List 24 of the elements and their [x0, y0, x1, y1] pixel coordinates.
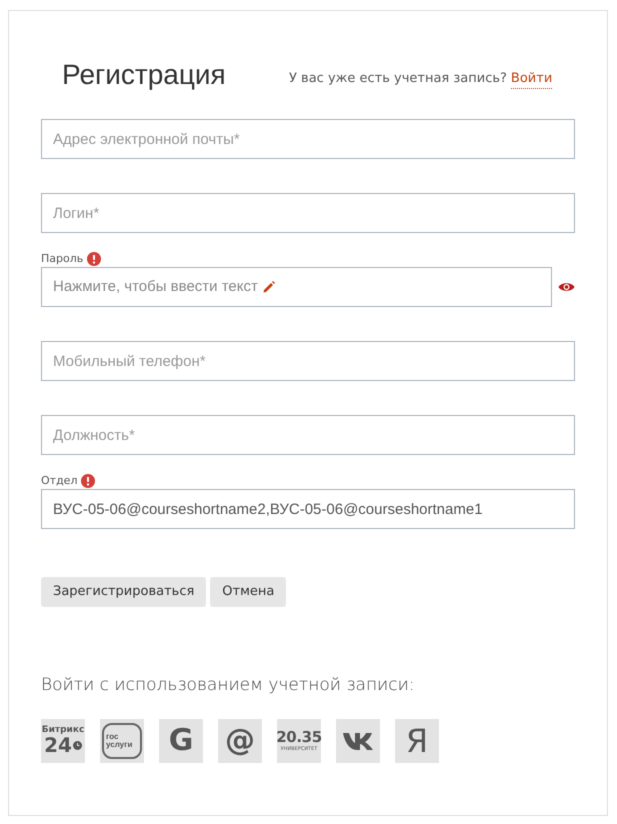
vk-login-button[interactable] — [336, 718, 380, 762]
login-button[interactable]: @ — [218, 718, 262, 762]
text-field[interactable]: Мобильный телефон* — [41, 341, 575, 381]
eye-icon[interactable] — [558, 281, 575, 293]
bitrix-login-button[interactable]: Битрикс 24 — [41, 718, 85, 762]
social-login-heading: Войти с использованием учетной записи: — [41, 674, 416, 697]
gosuslugi-login-button[interactable]: гос услуги — [100, 718, 144, 762]
register-button[interactable]: Зарегистрироваться — [41, 577, 206, 607]
text-field[interactable]: Логин* — [41, 193, 575, 233]
field-label: Отдел — [41, 472, 78, 489]
cancel-button[interactable]: Отмена — [210, 577, 286, 607]
text-field[interactable]: Должность* — [41, 415, 575, 455]
login-link[interactable]: Войти — [510, 68, 552, 89]
login-prompt: У вас уже есть учетная запись? — [289, 70, 507, 88]
text-field[interactable]: ВУС-05-06@courseshortname2,ВУС-05-06@courseshortname1 — [41, 489, 575, 529]
field-label: Пароль — [41, 250, 84, 267]
page-title: Регистрация — [62, 61, 227, 89]
pencil-icon — [262, 280, 276, 294]
login-button[interactable]: Я — [395, 718, 439, 762]
vk-icon — [343, 732, 373, 750]
password-field[interactable]: Нажмите, чтобы ввести текст — [41, 267, 552, 307]
login-button[interactable]: G — [159, 718, 203, 762]
clock-icon — [72, 740, 82, 750]
text-field[interactable]: Адрес электронной почты* — [41, 119, 575, 159]
